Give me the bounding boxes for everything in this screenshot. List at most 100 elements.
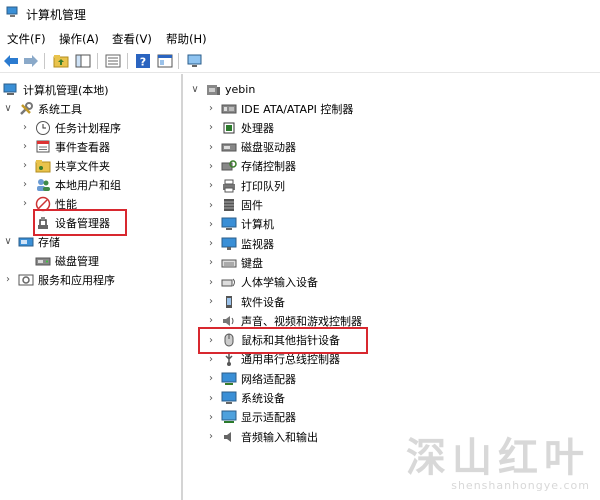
folder-up-icon [53, 55, 69, 68]
device-category-item[interactable]: › 磁盘驱动器 [206, 138, 296, 157]
export-list-button[interactable] [104, 52, 122, 70]
properties-button[interactable] [156, 52, 174, 70]
monitor-icon [221, 236, 237, 252]
menu-help[interactable]: 帮助(H) [166, 31, 207, 47]
scan-hardware-button[interactable] [186, 52, 204, 70]
tree-item-label: 服务和应用程序 [38, 273, 115, 287]
tree-item-shared-folders[interactable]: › 共享文件夹 [20, 156, 110, 175]
menu-view[interactable]: 查看(V) [112, 31, 152, 47]
help-button[interactable]: ? [134, 52, 152, 70]
tree-item-label: 共享文件夹 [55, 159, 110, 173]
users-icon [35, 177, 51, 193]
list-icon [105, 54, 121, 68]
chevron-right-icon[interactable]: › [206, 393, 216, 404]
help-icon: ? [136, 54, 150, 69]
device-category-item[interactable]: › 显示适配器 [206, 408, 296, 427]
chevron-right-icon[interactable]: › [206, 315, 216, 326]
software-device-icon [221, 294, 237, 310]
chevron-down-icon[interactable]: ∨ [3, 236, 13, 247]
device-category-item[interactable]: › 软件设备 [206, 292, 285, 311]
chevron-right-icon[interactable]: › [206, 103, 216, 114]
network-adapter-icon [221, 371, 237, 387]
computer-management-icon [6, 6, 18, 17]
device-category-label: 显示适配器 [241, 411, 296, 425]
tree-item-services-apps[interactable]: › 服务和应用程序 [3, 270, 115, 289]
chevron-right-icon[interactable]: › [20, 179, 30, 190]
back-button[interactable] [2, 52, 20, 70]
mouse-category-highlight [198, 327, 368, 354]
device-category-item[interactable]: › 人体学输入设备 [206, 273, 318, 292]
computer-icon [221, 216, 237, 232]
device-category-item[interactable]: › IDE ATA/ATAPI 控制器 [206, 99, 353, 118]
device-category-label: 固件 [241, 199, 263, 212]
chevron-right-icon[interactable]: › [206, 431, 216, 442]
title-bar: 计算机管理 [0, 0, 600, 26]
device-category-label: 计算机 [241, 218, 274, 232]
device-category-item[interactable]: › 处理器 [206, 118, 274, 137]
device-category-label: 磁盘驱动器 [241, 141, 296, 155]
chevron-right-icon[interactable]: › [20, 122, 30, 133]
chevron-right-icon[interactable]: › [20, 160, 30, 171]
chevron-right-icon[interactable]: › [20, 141, 30, 152]
ide-controller-icon [221, 101, 237, 117]
tree-root[interactable]: 计算机管理(本地) [3, 80, 109, 99]
display-adapter-icon [221, 409, 237, 425]
chevron-down-icon[interactable]: ∨ [3, 103, 13, 114]
shared-folder-icon [35, 158, 51, 174]
processor-icon [221, 120, 237, 136]
printer-icon [221, 178, 237, 194]
chevron-right-icon[interactable]: › [20, 198, 30, 209]
pane-splitter[interactable] [181, 74, 183, 500]
device-category-item[interactable]: › 键盘 [206, 253, 263, 272]
chevron-right-icon[interactable]: › [206, 161, 216, 172]
chevron-right-icon[interactable]: › [206, 238, 216, 249]
chevron-right-icon[interactable]: › [206, 142, 216, 153]
properties-icon [157, 54, 173, 68]
menu-action[interactable]: 操作(A) [59, 31, 99, 47]
menu-file[interactable]: 文件(F) [7, 31, 46, 47]
services-icon [18, 272, 34, 288]
storage-controller-icon [221, 158, 237, 174]
chevron-right-icon[interactable]: › [206, 219, 216, 230]
chevron-right-icon[interactable]: › [206, 373, 216, 384]
tree-item-disk-management[interactable]: 磁盘管理 [35, 251, 99, 270]
show-hide-tree-button[interactable] [74, 52, 92, 70]
computer-node[interactable]: ∨ yebin [190, 80, 255, 99]
device-category-item[interactable]: › 打印队列 [206, 176, 285, 195]
computer-icon [205, 82, 221, 98]
toolbar: ? [0, 50, 600, 73]
chevron-down-icon[interactable]: ∨ [190, 84, 200, 95]
device-category-label: 音频输入和输出 [241, 430, 318, 444]
tree-item-system-tools[interactable]: ∨ 系统工具 [3, 99, 82, 118]
disk-drive-icon [221, 139, 237, 155]
device-category-item[interactable]: › 音频输入和输出 [206, 427, 318, 446]
device-category-label: 打印队列 [241, 179, 285, 193]
chevron-right-icon[interactable]: › [206, 180, 216, 191]
forward-arrow-icon [24, 55, 38, 67]
chevron-right-icon[interactable]: › [206, 122, 216, 133]
chevron-right-icon[interactable]: › [206, 277, 216, 288]
back-arrow-icon [4, 55, 18, 67]
device-category-item[interactable]: › 监视器 [206, 234, 274, 253]
chevron-right-icon[interactable]: › [206, 257, 216, 268]
chevron-right-icon[interactable]: › [206, 200, 216, 211]
chevron-right-icon[interactable]: › [206, 354, 216, 365]
up-level-button[interactable] [52, 52, 70, 70]
device-category-item[interactable]: › 计算机 [206, 215, 274, 234]
tree-item-local-users[interactable]: › 本地用户和组 [20, 175, 121, 194]
device-category-item[interactable]: › 网络适配器 [206, 369, 296, 388]
tree-root-label: 计算机管理(本地) [23, 83, 109, 97]
chevron-right-icon[interactable]: › [206, 412, 216, 423]
keyboard-icon [221, 255, 237, 271]
chevron-right-icon[interactable]: › [3, 274, 13, 285]
tree-item-task-scheduler[interactable]: › 任务计划程序 [20, 118, 121, 137]
hid-icon [221, 274, 237, 290]
device-category-item[interactable]: › 固件 [206, 196, 263, 215]
device-category-item[interactable]: › 存储控制器 [206, 157, 296, 176]
device-category-label: IDE ATA/ATAPI 控制器 [241, 102, 354, 116]
chevron-right-icon[interactable]: › [206, 296, 216, 307]
tree-item-label: 任务计划程序 [55, 121, 121, 135]
tree-item-event-viewer[interactable]: › 事件查看器 [20, 137, 110, 156]
device-category-item[interactable]: › 系统设备 [206, 389, 285, 408]
forward-button[interactable] [22, 52, 40, 70]
